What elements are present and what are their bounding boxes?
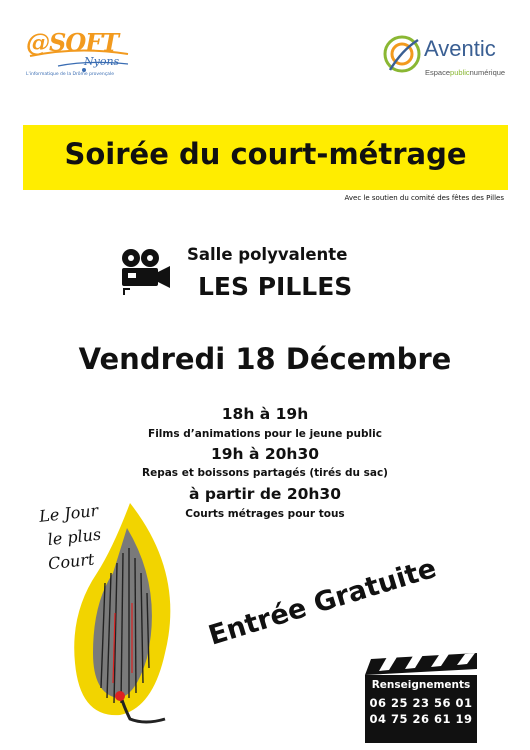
aventic-tagline: Espacepublicnumérique [425, 68, 506, 77]
contact-phone[interactable]: 04 75 26 61 19 [365, 712, 477, 726]
sponsor-note: Avec le soutien du comité des fêtes des … [344, 194, 504, 202]
asoft-logo: @SOFT Nyons L'informatique de la Drôme p… [26, 28, 136, 84]
schedule-time: 18h à 19h [221, 405, 309, 423]
aventic-emblem-icon [383, 35, 421, 73]
free-entry-label: Entrée Gratuite [205, 552, 440, 652]
clapperboard-icon: Renseignements 06 25 23 56 01 04 75 26 6… [365, 653, 477, 743]
contact-phone[interactable]: 06 25 23 56 01 [365, 696, 477, 710]
artwork-caption: Le Jour le plus Court [38, 500, 102, 574]
schedule-time: 19h à 20h30 [210, 445, 320, 463]
asoft-tagline: L'informatique de la Drôme provençale [26, 72, 114, 77]
contact-title: Renseignements [371, 679, 471, 691]
asoft-subtitle: Nyons [84, 55, 120, 68]
schedule-desc: Repas et boissons partagés (tirés du sac… [142, 467, 388, 479]
aventic-wordmark: Aventic [424, 36, 496, 61]
event-date: Vendredi 18 Décembre [78, 342, 452, 376]
schedule-desc: Films d’animations pour le jeune public [148, 428, 382, 440]
title-banner: Soirée du court-métrage [23, 125, 508, 190]
aventic-logo: Aventic Espacepublicnumérique [382, 30, 512, 82]
venue-town: LES PILLES [198, 272, 353, 301]
contact-box: Renseignements 06 25 23 56 01 04 75 26 6… [365, 675, 477, 743]
event-title: Soirée du court-métrage [64, 137, 467, 171]
clapperboard-stripes [365, 653, 477, 675]
venue-hall: Salle polyvalente [187, 245, 348, 264]
asoft-wordmark: @SOFT [26, 28, 119, 57]
movie-camera-icon [122, 249, 170, 295]
